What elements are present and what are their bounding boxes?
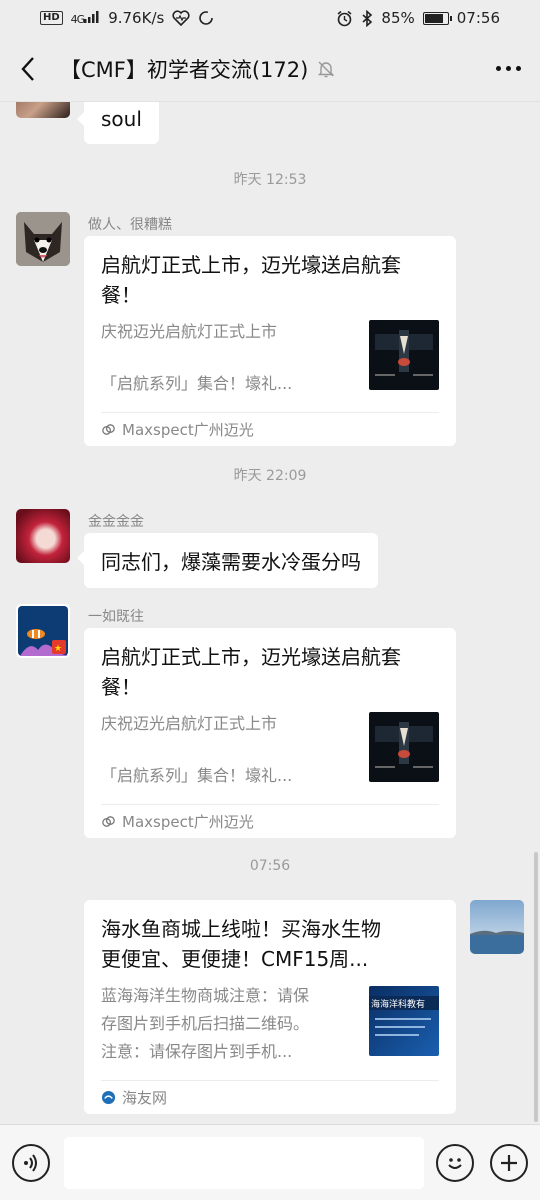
- card-title: 启航灯正式上市，迈光壕送启航套餐！: [101, 645, 401, 699]
- card-source: 海友网: [101, 1080, 439, 1114]
- input-bar: [0, 1124, 540, 1200]
- my-avatar[interactable]: [470, 900, 524, 954]
- message-text: soul: [101, 107, 142, 131]
- status-right: 85% 07:56: [336, 9, 500, 27]
- miniprogram-icon: [102, 424, 115, 435]
- message-bubble[interactable]: soul: [77, 102, 159, 144]
- more-options-icon[interactable]: [490, 55, 526, 83]
- card-source-label: Maxspect广州迈光: [122, 813, 254, 831]
- voice-icon: [24, 1153, 37, 1172]
- thumb-text: 海海洋科教有: [371, 998, 425, 1010]
- network-speed: 9.76K/s: [108, 9, 165, 27]
- avatar[interactable]: ★: [16, 604, 70, 658]
- scrollbar[interactable]: [534, 852, 538, 1122]
- avatar[interactable]: [16, 102, 70, 118]
- chat-title: 【CMF】初学者交流(172): [60, 57, 309, 82]
- card-desc-line: 「启航系列」集合！壕礼...: [101, 374, 293, 393]
- card-title: 海水鱼商城上线啦！买海水生物 更便宜、更便捷！CMF15周...: [101, 914, 439, 974]
- timestamp: 昨天 22:09: [233, 468, 307, 484]
- card-body: 庆祝迈光启航灯正式上市 「启航系列」集合！壕礼...: [101, 710, 439, 790]
- timestamp: 07:56: [249, 858, 291, 874]
- card-source-label: Maxspect广州迈光: [122, 421, 254, 439]
- card-source-label: 海友网: [122, 1089, 168, 1107]
- link-card[interactable]: 启航灯正式上市，迈光壕送启航套餐！ 庆祝迈光启航灯正式上市 「启航系列」集合！壕…: [84, 236, 456, 446]
- card-title-line: 更便宜、更便捷！CMF15周...: [101, 947, 369, 971]
- card-desc-line: 蓝海海洋生物商城注意：请保: [101, 986, 310, 1005]
- emoji-button[interactable]: [436, 1143, 474, 1182]
- smiley-icon: [448, 1157, 462, 1169]
- sender-name: 做人、很糟糕: [88, 217, 172, 233]
- health-heart-icon: [172, 10, 190, 26]
- mute-bell-icon: [318, 61, 335, 77]
- card-source: Maxspect广州迈光: [101, 804, 439, 838]
- message-text: 同志们，爆藻需要水冷蛋分吗: [101, 550, 361, 574]
- card-desc-line: 庆祝迈光启航灯正式上市: [101, 322, 278, 341]
- card-desc-line: 「启航系列」集合！壕礼...: [101, 766, 293, 785]
- message-input[interactable]: [64, 1136, 424, 1189]
- timestamp: 昨天 12:53: [233, 172, 307, 188]
- sender-name: 一如既往: [88, 609, 144, 625]
- haiyou-logo-icon: [101, 1090, 116, 1105]
- alarm-icon: [337, 10, 352, 26]
- miniprogram-icon: [102, 816, 115, 827]
- status-left: HD 4G 9.76K/s: [40, 9, 214, 27]
- sync-icon: [199, 11, 214, 25]
- clock: 07:56: [456, 9, 500, 27]
- battery-icon: [422, 11, 452, 25]
- avatar[interactable]: [16, 509, 70, 563]
- aquarium-avatar-icon: ★: [18, 606, 68, 656]
- network-type: 4G: [70, 12, 85, 26]
- plus-icon: [501, 1154, 517, 1171]
- chat-header: 【CMF】初学者交流(172): [0, 36, 540, 102]
- card-description: 庆祝迈光启航灯正式上市 「启航系列」集合！壕礼...: [101, 710, 351, 790]
- avatar[interactable]: [16, 212, 70, 266]
- card-description: 庆祝迈光启航灯正式上市 「启航系列」集合！壕礼...: [101, 318, 351, 398]
- seascape-avatar-icon: [470, 900, 524, 954]
- battery-fill: [424, 13, 444, 23]
- card-desc-line: 注意：请保存图片到手机...: [101, 1042, 293, 1061]
- dog-avatar-icon: [16, 212, 70, 266]
- back-icon[interactable]: [14, 55, 42, 83]
- status-bar: HD 4G 9.76K/s 85% 07:56: [0, 0, 540, 36]
- card-source: Maxspect广州迈光: [101, 412, 439, 446]
- card-thumbnail: [369, 712, 439, 782]
- card-title: 启航灯正式上市，迈光壕送启航套餐！: [101, 253, 401, 307]
- chat-messages[interactable]: soul 昨天 12:53 做人、很糟糕 启航灯正式上市，迈光壕送启航套餐！ 庆…: [0, 102, 540, 1124]
- card-thumbnail: [369, 320, 439, 390]
- voice-toggle-button[interactable]: [12, 1143, 50, 1182]
- card-desc-line: 存图片到手机后扫描二维码。: [101, 1014, 310, 1033]
- card-description: 蓝海海洋生物商城注意：请保 存图片到手机后扫描二维码。 注意：请保存图片到手机.…: [101, 982, 351, 1066]
- battery-percent: 85%: [381, 9, 415, 27]
- card-body: 蓝海海洋生物商城注意：请保 存图片到手机后扫描二维码。 注意：请保存图片到手机.…: [101, 982, 439, 1066]
- card-title-line: 海水鱼商城上线啦！买海水生物: [101, 917, 381, 941]
- hd-badge: HD: [40, 11, 63, 25]
- more-functions-button[interactable]: [490, 1143, 528, 1182]
- message-bubble[interactable]: 同志们，爆藻需要水冷蛋分吗: [77, 533, 378, 588]
- bluetooth-icon: [362, 9, 373, 27]
- link-card[interactable]: 启航灯正式上市，迈光壕送启航套餐！ 庆祝迈光启航灯正式上市 「启航系列」集合！壕…: [84, 628, 456, 838]
- card-desc-line: 庆祝迈光启航灯正式上市: [101, 714, 278, 733]
- link-card[interactable]: 海水鱼商城上线啦！买海水生物 更便宜、更便捷！CMF15周... 蓝海海洋生物商…: [84, 900, 456, 1114]
- sender-name: 金金金金: [88, 514, 144, 530]
- card-body: 庆祝迈光启航灯正式上市 「启航系列」集合！壕礼...: [101, 318, 439, 398]
- card-thumbnail: 海海洋科教有: [369, 986, 439, 1056]
- signal-icon: 4G: [70, 10, 101, 26]
- svg-text:★: ★: [54, 644, 62, 654]
